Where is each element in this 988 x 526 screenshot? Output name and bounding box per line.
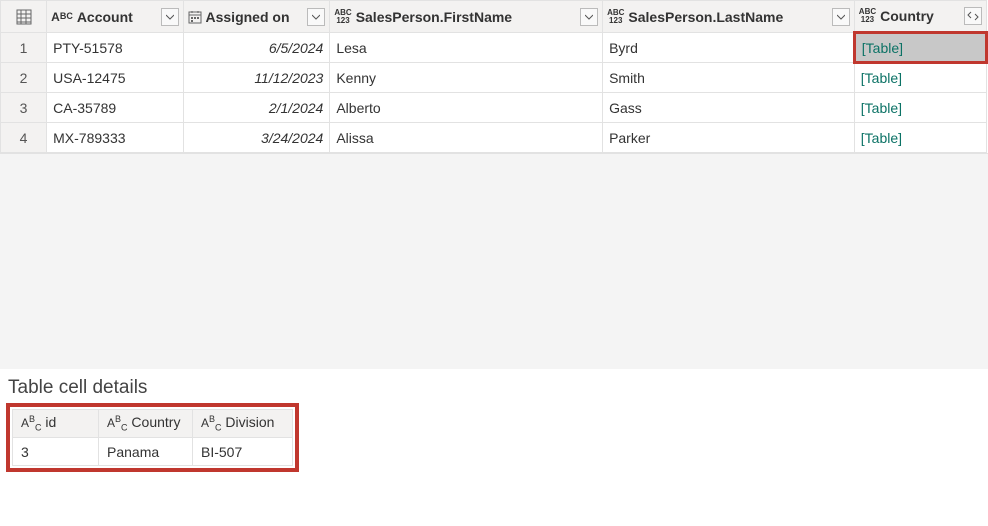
table-link-cell[interactable]: [Table]	[855, 70, 986, 86]
date-type-icon	[188, 10, 202, 24]
text-type-icon: ABC	[201, 416, 222, 430]
any-type-icon: ABC123	[334, 9, 351, 25]
table-link-cell[interactable]: [Table]	[856, 40, 985, 56]
expand-column-button[interactable]	[964, 7, 982, 25]
expand-icon	[967, 11, 979, 21]
filter-dropdown-button[interactable]	[161, 8, 179, 26]
column-label: Country	[131, 414, 180, 430]
details-highlight: ABC id ABC Country ABC Division 3	[6, 403, 299, 472]
cell-lastname[interactable]: Byrd	[603, 40, 853, 56]
table-row[interactable]: 2 USA-12475 11/12/2023 Kenny Smith [Tabl…	[1, 63, 987, 93]
chevron-down-icon	[837, 13, 845, 21]
cell-firstname[interactable]: Kenny	[330, 70, 602, 86]
table-link-cell[interactable]: [Table]	[855, 130, 986, 146]
cell-account[interactable]: MX-789333	[47, 130, 182, 146]
row-number[interactable]: 3	[1, 93, 47, 123]
chevron-down-icon	[312, 13, 320, 21]
details-col-division[interactable]: ABC Division	[193, 410, 293, 438]
row-number[interactable]: 2	[1, 63, 47, 93]
column-header-account[interactable]: ABC Account	[47, 1, 183, 33]
row-number[interactable]: 1	[1, 33, 47, 63]
cell-account[interactable]: CA-35789	[47, 100, 182, 116]
details-row[interactable]: 3 Panama BI-507	[13, 438, 293, 466]
any-type-icon: ABC123	[859, 8, 876, 24]
cell-firstname[interactable]: Alissa	[330, 130, 602, 146]
cell-assigned[interactable]: 3/24/2024	[184, 130, 330, 146]
cell-division[interactable]: BI-507	[193, 438, 293, 466]
table-row[interactable]: 4 MX-789333 3/24/2024 Alissa Parker [Tab…	[1, 123, 987, 153]
column-label: Country	[880, 8, 960, 24]
text-type-icon: ABC	[107, 416, 128, 430]
details-col-id[interactable]: ABC id	[13, 410, 99, 438]
empty-grid-area	[0, 153, 988, 369]
row-index-header[interactable]	[1, 1, 47, 33]
column-label: Account	[77, 9, 157, 25]
cell-account[interactable]: USA-12475	[47, 70, 182, 86]
cell-assigned[interactable]: 6/5/2024	[184, 40, 330, 56]
text-type-icon: ABC	[21, 416, 42, 430]
cell-assigned[interactable]: 2/1/2024	[184, 100, 330, 116]
column-label: id	[45, 414, 56, 430]
table-icon	[16, 9, 32, 25]
column-header-lastname[interactable]: ABC123 SalesPerson.LastName	[603, 1, 855, 33]
column-header-country[interactable]: ABC123 Country	[854, 1, 986, 33]
cell-account[interactable]: PTY-51578	[47, 40, 182, 56]
cell-lastname[interactable]: Smith	[603, 70, 854, 86]
text-type-icon: ABC	[51, 11, 73, 23]
table-row[interactable]: 3 CA-35789 2/1/2024 Alberto Gass [Table]	[1, 93, 987, 123]
cell-firstname[interactable]: Lesa	[330, 40, 602, 56]
filter-dropdown-button[interactable]	[580, 8, 598, 26]
cell-lastname[interactable]: Gass	[603, 100, 854, 116]
cell-lastname[interactable]: Parker	[603, 130, 854, 146]
column-label: Assigned on	[206, 9, 304, 25]
row-number[interactable]: 4	[1, 123, 47, 153]
cell-id[interactable]: 3	[13, 438, 99, 466]
column-label: Division	[225, 414, 274, 430]
cell-firstname[interactable]: Alberto	[330, 100, 602, 116]
column-header-firstname[interactable]: ABC123 SalesPerson.FirstName	[330, 1, 603, 33]
cell-country[interactable]: Panama	[99, 438, 193, 466]
cell-assigned[interactable]: 11/12/2023	[184, 70, 330, 86]
filter-dropdown-button[interactable]	[832, 8, 850, 26]
details-table: ABC id ABC Country ABC Division 3	[12, 409, 293, 466]
main-data-table: ABC Account Assigned on	[0, 0, 988, 153]
chevron-down-icon	[166, 13, 174, 21]
cell-details-panel: Table cell details ABC id ABC Country AB…	[0, 377, 988, 481]
details-col-country[interactable]: ABC Country	[99, 410, 193, 438]
filter-dropdown-button[interactable]	[307, 8, 325, 26]
details-title: Table cell details	[8, 377, 982, 399]
column-header-assigned[interactable]: Assigned on	[183, 1, 330, 33]
table-link-cell[interactable]: [Table]	[855, 100, 986, 116]
table-row[interactable]: 1 PTY-51578 6/5/2024 Lesa Byrd [Table]	[1, 33, 987, 63]
any-type-icon: ABC123	[607, 9, 624, 25]
column-label: SalesPerson.FirstName	[356, 9, 576, 25]
column-label: SalesPerson.LastName	[628, 9, 827, 25]
chevron-down-icon	[585, 13, 593, 21]
